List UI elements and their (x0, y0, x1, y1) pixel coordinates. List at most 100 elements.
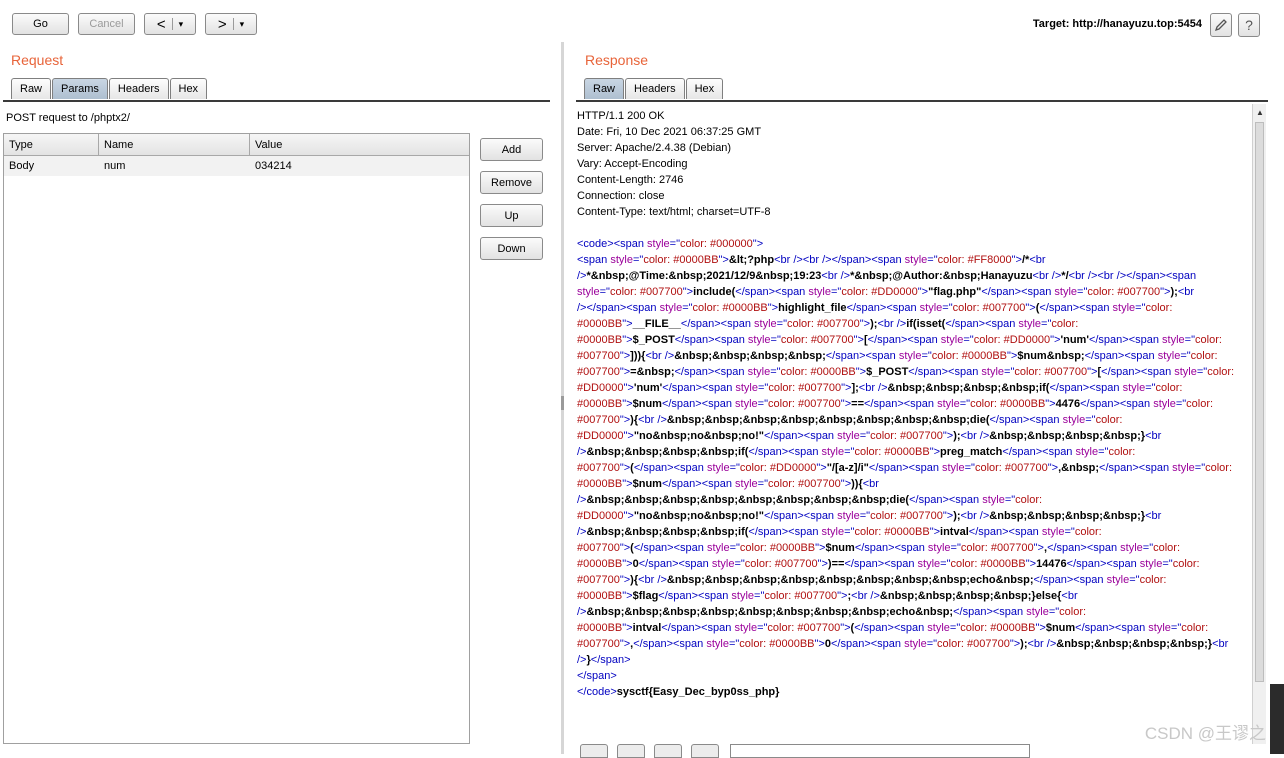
code-token: preg_match (940, 446, 1003, 458)
code-token: <br (1145, 510, 1162, 522)
code-token: $num (632, 398, 662, 410)
code-line: />&nbsp;&nbsp;&nbsp;&nbsp;&nbsp;&nbsp;&n… (577, 604, 1252, 620)
code-token: "> (1007, 350, 1018, 362)
code-token: =" (844, 446, 855, 458)
down-button[interactable]: Down (480, 237, 543, 260)
code-token: "> (815, 542, 826, 554)
code-token: "> (619, 638, 631, 650)
code-token: "> (840, 622, 851, 634)
tab-headers[interactable]: Headers (108, 78, 169, 99)
code-token: color: #007700 (744, 558, 818, 570)
code-token: color: #007700 (937, 638, 1010, 650)
code-token: <br /> (645, 350, 675, 362)
next-match-button[interactable] (691, 744, 719, 758)
code-token: =" (758, 382, 769, 394)
code-token: $num (825, 542, 855, 554)
code-token: </span><span (638, 558, 712, 570)
code-line: <span style="color: #0000BB">&lt;?php<br… (577, 252, 1252, 268)
code-token: == (851, 398, 864, 410)
forward-button[interactable]: > ▾ (205, 13, 257, 35)
code-token: color: #0000BB (692, 302, 768, 314)
code-token: </code> (577, 686, 617, 698)
edit-target-button[interactable] (1210, 13, 1232, 37)
code-token: style (711, 558, 735, 570)
code-token: "> (623, 430, 634, 442)
tab-raw[interactable]: Raw (11, 78, 52, 99)
code-line: #007700">,</span><span style="color: #00… (577, 636, 1252, 652)
code-token: </span><span (680, 318, 755, 330)
code-token: &nbsp;&nbsp;&nbsp;&nbsp;&nbsp;&nbsp;&nbs… (666, 414, 990, 426)
code-token: style (1153, 398, 1176, 410)
code-token: </span><span (658, 590, 732, 602)
code-token: <br /><br /></span><span (1068, 270, 1197, 282)
response-body[interactable]: HTTP/1.1 200 OK Date: Fri, 10 Dec 2021 06… (575, 104, 1252, 744)
back-button[interactable]: < ▾ (144, 13, 196, 35)
pencil-icon (1214, 19, 1227, 32)
code-token: "> (840, 398, 852, 410)
column-name[interactable]: Name (99, 134, 250, 155)
code-token: "> (1025, 302, 1036, 314)
code-token: #DD0000 (577, 510, 624, 522)
code-line: #DD0000">'num'</span><span style="color:… (577, 380, 1252, 396)
code-token: color: (1207, 366, 1235, 378)
remove-button[interactable]: Remove (480, 171, 543, 194)
table-row[interactable]: Body num 034214 (4, 156, 469, 176)
code-token: "> (1033, 542, 1044, 554)
prev-match-button[interactable] (617, 744, 645, 758)
code-token: =" (1077, 286, 1088, 298)
code-token: style (747, 366, 771, 378)
tab-headers[interactable]: Headers (625, 78, 685, 99)
add-button[interactable]: Add (480, 138, 543, 161)
code-token: style (1041, 526, 1065, 538)
code-token: style (821, 526, 845, 538)
code-token: </span><span (846, 302, 920, 314)
code-token: =" (1142, 542, 1154, 554)
tab-raw[interactable]: Raw (584, 78, 625, 99)
code-token: "> (622, 622, 633, 634)
help-icon[interactable] (580, 744, 608, 758)
help-button[interactable]: ? (1238, 13, 1260, 37)
splitter-grip[interactable] (561, 396, 564, 410)
code-token: =" (1041, 318, 1052, 330)
code-token: *&nbsp;@Time:&nbsp;2021/12/9&nbsp;19:23 (586, 270, 822, 282)
code-token: style (1162, 334, 1185, 346)
search-input[interactable] (730, 744, 1030, 758)
code-token: "> (816, 462, 827, 474)
code-token: 14476 (1036, 558, 1067, 570)
code-line: #007700">){<br />&nbsp;&nbsp;&nbsp;&nbsp… (577, 412, 1252, 428)
scrollbar-thumb[interactable] (1255, 122, 1264, 682)
code-token: "> (859, 318, 871, 330)
code-token: <br (1145, 430, 1162, 442)
code-token: style (577, 286, 600, 298)
tab-params[interactable]: Params (52, 78, 108, 99)
response-scrollbar[interactable]: ▲ (1252, 104, 1266, 744)
code-token: =" (770, 366, 781, 378)
column-type[interactable]: Type (4, 134, 99, 155)
code-token: "> (752, 238, 764, 250)
code-token: </span><span (1033, 574, 1107, 586)
go-button[interactable]: Go (12, 13, 69, 35)
code-token: </span><span (981, 286, 1055, 298)
up-button[interactable]: Up (480, 204, 543, 227)
cancel-button[interactable]: Cancel (78, 13, 135, 35)
tab-hex[interactable]: Hex (169, 78, 208, 99)
code-token: "> (814, 638, 825, 650)
code-line: #0000BB">0</span><span style="color: #00… (577, 556, 1252, 572)
code-token: </span><span (674, 334, 748, 346)
code-token: intval (940, 526, 969, 538)
scroll-up-icon[interactable]: ▲ (1256, 108, 1264, 117)
code-token: __FILE__ (632, 318, 681, 330)
code-token: "> (929, 446, 941, 458)
forward-arrow-icon: > (217, 15, 227, 33)
column-value[interactable]: Value (250, 134, 469, 155)
code-token: 'num' (1060, 334, 1089, 346)
code-token: style (1120, 542, 1143, 554)
tab-hex[interactable]: Hex (685, 78, 724, 99)
code-token: color: (1015, 494, 1043, 506)
code-token: =" (669, 238, 681, 250)
code-token: =" (950, 542, 961, 554)
code-token: </span><span (1101, 366, 1175, 378)
code-token: =" (942, 302, 953, 314)
add-match-button[interactable] (654, 744, 682, 758)
code-token: if(isset( (906, 318, 946, 330)
